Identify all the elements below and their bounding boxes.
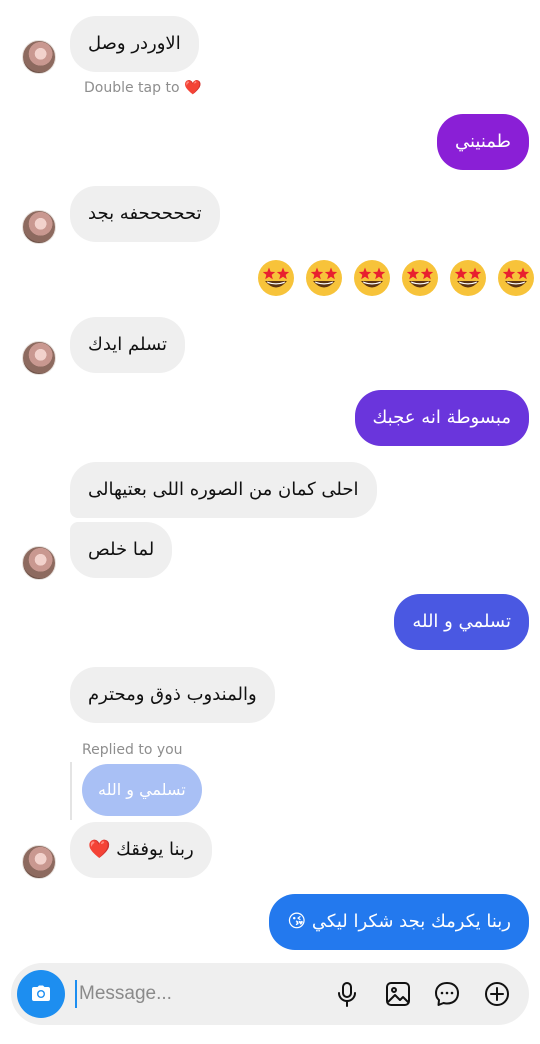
star-struck-emoji-icon: [498, 260, 534, 296]
message-bubble-incoming[interactable]: لما خلص: [70, 522, 173, 578]
plus-circle-icon: [485, 982, 509, 1006]
more-button[interactable]: [482, 979, 512, 1009]
microphone-icon: [338, 982, 356, 1007]
message-composer: [11, 963, 529, 1025]
avatar[interactable]: [22, 546, 56, 580]
image-icon: [386, 982, 410, 1006]
gallery-button[interactable]: [383, 979, 413, 1009]
message-bubble-incoming[interactable]: تحححححفه بجد: [70, 186, 220, 242]
star-struck-emoji-icon: [402, 260, 438, 296]
avatar[interactable]: [22, 341, 56, 375]
avatar[interactable]: [22, 845, 56, 879]
message-bubble-outgoing[interactable]: ربنا يكرمك بجد شكرا ليكي 😘: [269, 894, 529, 950]
message-bubble-incoming[interactable]: ربنا يوفقك ❤️: [70, 822, 212, 878]
microphone-button[interactable]: [332, 979, 362, 1009]
double-tap-hint: Double tap to ❤️: [84, 80, 202, 96]
camera-icon: [32, 985, 50, 1001]
sticker-button[interactable]: [432, 979, 462, 1009]
reply-indicator-line: [70, 762, 72, 820]
message-bubble-outgoing[interactable]: مبسوطة انه عجبك: [354, 390, 529, 446]
star-struck-emoji-icon: [306, 260, 342, 296]
message-bubble-incoming[interactable]: احلى كمان من الصوره اللى بعتيهالى: [70, 462, 377, 518]
message-bubble-incoming[interactable]: تسلم ايدك: [70, 317, 186, 373]
avatar[interactable]: [22, 40, 56, 74]
message-bubble-incoming[interactable]: والمندوب ذوق ومحترم: [70, 667, 275, 723]
replied-label: Replied to you: [82, 742, 183, 758]
message-input[interactable]: [75, 980, 309, 1008]
star-struck-emoji-icon: [258, 260, 294, 296]
star-struck-emoji-icon: [354, 260, 390, 296]
message-bubble-outgoing[interactable]: طمنيني: [436, 114, 529, 170]
chat-bubble-icon: [435, 982, 459, 1006]
avatar[interactable]: [22, 210, 56, 244]
reply-quote-bubble[interactable]: تسلمي و الله: [82, 764, 202, 816]
star-struck-emoji-icon: [450, 260, 486, 296]
message-bubble-outgoing[interactable]: تسلمي و الله: [394, 594, 529, 650]
message-bubble-incoming[interactable]: الاوردر وصل: [70, 16, 199, 72]
emoji-message[interactable]: [256, 258, 536, 298]
camera-button[interactable]: [17, 970, 65, 1018]
